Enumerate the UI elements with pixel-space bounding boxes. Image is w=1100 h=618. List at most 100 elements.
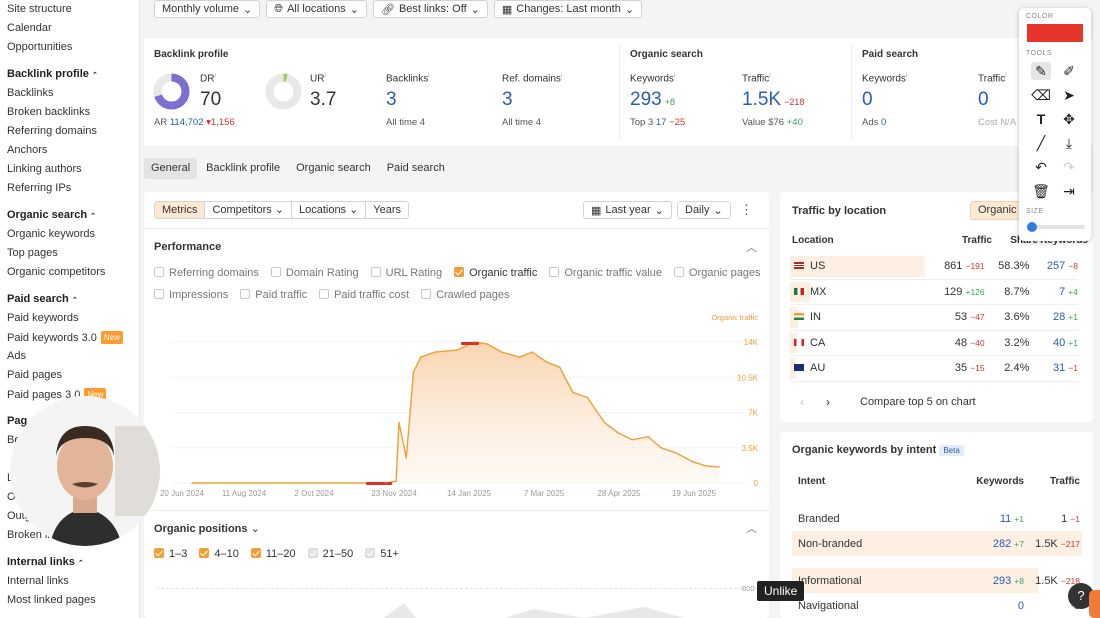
sidebar-item[interactable]: Internal links [0,572,139,591]
next-page-icon[interactable]: › [826,395,830,409]
sidebar-item[interactable]: Organic keywords [0,225,139,244]
ref-domains-value[interactable]: 3 [502,89,513,111]
annotation-marker[interactable] [461,342,479,345]
intent-row[interactable]: Branded 11 +1 1 −1 [792,506,1082,531]
sidebar-item[interactable]: Paid pages [0,366,139,385]
prev-page-icon[interactable]: ‹ [800,395,804,409]
intent-row[interactable]: Navigational0 0 [792,593,1082,618]
checkbox-option[interactable]: 11–20 [250,548,296,560]
paid-keywords-value[interactable]: 0 [862,89,873,111]
location-row[interactable]: MX 129 +126 8.7% 7 +4 [790,280,1078,305]
sidebar-item[interactable]: Ads [0,347,139,366]
marker-icon[interactable]: ✐ [1059,62,1079,80]
download-icon[interactable]: ⤓ [1059,134,1079,152]
location-row[interactable]: CA 48 −40 3.2% 40 +1 [790,331,1078,356]
sidebar-section-header[interactable]: Paid search ⌃ [0,290,139,309]
location-row[interactable]: AU 35 −15 2.4% 31 −1 [790,356,1078,382]
sidebar-item[interactable]: Organic competitors [0,263,139,282]
organic-traffic-value[interactable]: 1.5K [742,89,781,110]
checkbox-option[interactable]: 4–10 [199,548,239,560]
sidebar-item[interactable]: Backlinks [0,84,139,103]
checkbox-option[interactable]: URL Rating [370,267,442,279]
tab-general[interactable]: General [144,158,198,179]
size-slider-handle[interactable] [1027,222,1037,232]
sidebar-item[interactable]: Linking authors [0,160,139,179]
checkbox-option[interactable]: Referring domains [154,267,259,279]
undo-icon[interactable]: ↶ [1031,158,1051,176]
intent-keywords[interactable]: 11 [1000,513,1011,525]
keywords-value[interactable]: 31 [1053,362,1065,374]
changes-dropdown[interactable]: ▦ Changes: Last month ⌄ [493,0,643,18]
collapse-icon[interactable]: ︿ [746,520,757,536]
checkbox-option[interactable]: Domain Rating [270,267,359,279]
exit-icon[interactable]: ⇥ [1059,182,1079,200]
sidebar-item[interactable]: Paid keywords [0,309,139,328]
sidebar-item[interactable]: Broken backlinks [0,103,139,122]
keywords-value[interactable]: 28 [1053,311,1065,323]
interval-dropdown[interactable]: Daily ⌄ [677,201,731,219]
paid-traffic-value[interactable]: 0 [978,89,989,111]
checkbox-option[interactable]: Crawled pages [421,289,509,301]
ads-value[interactable]: 0 [881,117,886,128]
sidebar-section-header[interactable]: Backlink profile ⌃ [0,65,139,84]
tab-organic-search[interactable]: Organic search [289,158,378,179]
intent-keywords[interactable]: 293 [993,575,1011,587]
move-icon[interactable]: ✥ [1059,110,1079,128]
pointer-icon[interactable]: ➤ [1059,86,1079,104]
competitors-tab[interactable]: Competitors ⌄ [205,202,292,218]
checkbox-option[interactable]: Paid traffic cost [319,289,409,301]
redo-icon[interactable]: ↷ [1059,158,1079,176]
sidebar-item[interactable]: Anchors [0,141,139,160]
checkbox-option[interactable]: 51+ [365,548,399,560]
line-icon[interactable]: ╱ [1031,134,1051,152]
years-tab[interactable]: Years [366,202,408,218]
checkbox-option[interactable]: Impressions [154,289,228,301]
organic-toggle-button[interactable]: Organic [970,201,1025,220]
checkbox-option[interactable]: Organic traffic value [549,267,662,279]
annotation-marker[interactable] [366,482,392,485]
metrics-tab[interactable]: Metrics [155,202,206,218]
intent-row[interactable]: Non-branded 282 +7 1.5K −217 [792,531,1082,556]
date-range-dropdown[interactable]: ▦ Last year ⌄ [583,201,672,219]
collapse-icon[interactable]: ︿ [746,239,757,255]
sidebar-item[interactable]: Site structure [0,0,139,19]
checkbox-option[interactable]: Organic traffic [454,267,537,279]
backlinks-value[interactable]: 3 [386,89,397,111]
checkbox-option[interactable]: 21–50 [307,548,353,560]
sidebar-item[interactable]: Referring domains [0,122,139,141]
sidebar-section-header[interactable]: Internal links ⌃ [0,553,139,572]
pen-icon[interactable]: ✎ [1031,62,1051,80]
locations-dropdown[interactable]: 🌐︎ All locations ⌄ [266,0,367,18]
tab-backlink-profile[interactable]: Backlink profile [199,158,287,179]
top3-value[interactable]: 17 [656,117,667,128]
color-swatch[interactable] [1027,24,1083,42]
checkbox-option[interactable]: Paid traffic [240,289,307,301]
organic-keywords-value[interactable]: 293 [630,89,662,110]
compare-top5-link[interactable]: Compare top 5 on chart [860,396,976,408]
trash-icon[interactable]: 🗑︎ [1031,182,1051,200]
eraser-icon[interactable]: ⌫ [1031,86,1051,104]
ar-value[interactable]: 114,702 [170,117,204,128]
location-row[interactable]: US 861 −191 58.3% 257 −8 [790,254,1078,280]
location-row[interactable]: IN 53 −47 3.6% 28 +1 [790,305,1078,331]
monthly-volume-dropdown[interactable]: Monthly volume ⌄ [154,0,261,18]
text-icon[interactable]: T [1031,110,1051,128]
tab-paid-search[interactable]: Paid search [380,158,452,179]
checkbox-option[interactable]: Organic pages [674,267,761,279]
more-options-icon[interactable]: ⋮ [740,202,753,218]
sidebar-item[interactable]: Calendar [0,19,139,38]
keywords-value[interactable]: 40 [1053,337,1065,349]
sidebar-item[interactable]: Opportunities [0,38,139,57]
intent-keywords[interactable]: 282 [993,538,1011,550]
chat-launcher-button[interactable] [1089,590,1100,618]
checkbox-option[interactable]: 1–3 [154,548,187,560]
keywords-value[interactable]: 7 [1059,286,1065,298]
best-links-dropdown[interactable]: 🔗︎ Best links: Off ⌄ [373,0,488,18]
sidebar-item[interactable]: Paid keywords 3.0 New [0,328,139,347]
sidebar-item[interactable]: Top pages [0,244,139,263]
sidebar-item[interactable]: Most linked pages [0,591,139,610]
locations-tab[interactable]: Locations ⌄ [292,202,367,218]
sidebar-item[interactable]: Referring IPs [0,179,139,198]
sidebar-section-header[interactable]: Organic search ⌃ [0,206,139,225]
organic-positions-dropdown[interactable]: Organic positions ⌄ [154,522,260,535]
